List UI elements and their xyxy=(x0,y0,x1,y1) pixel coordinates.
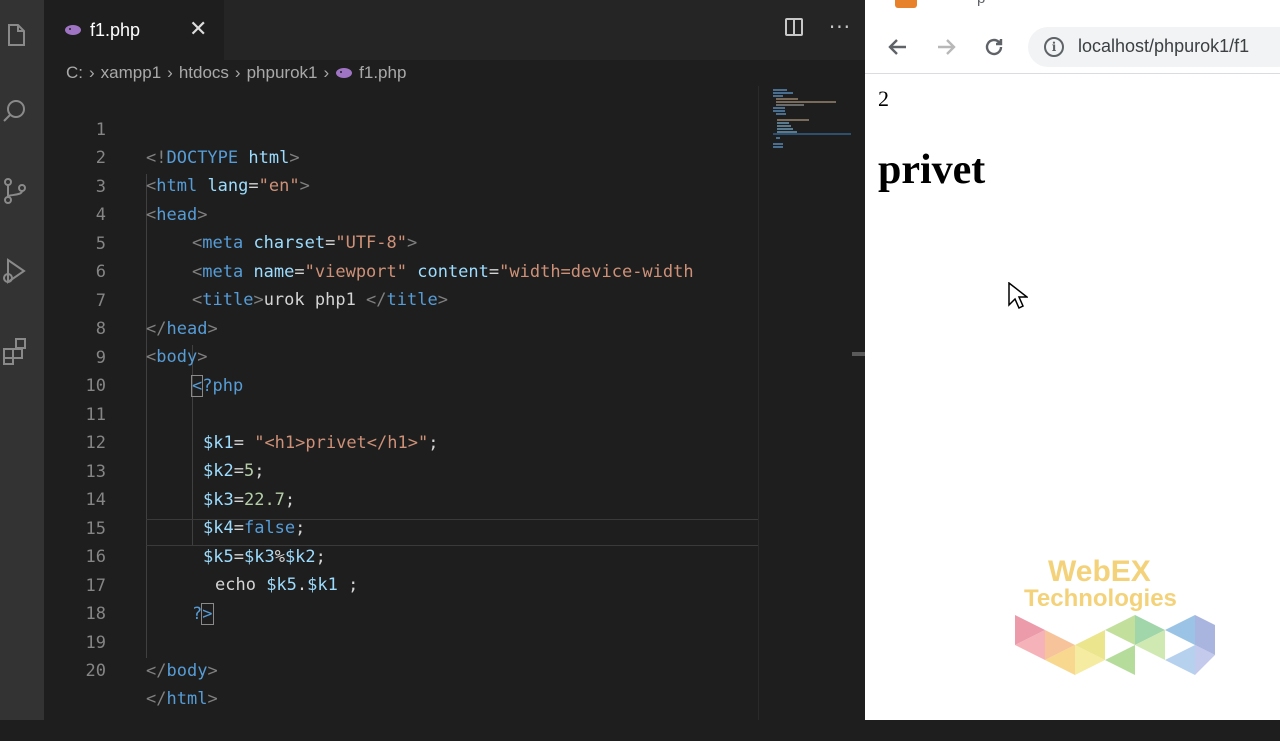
code-line: 16 echo $k5.$k1 ; xyxy=(85,547,359,595)
code-line: 4 <meta charset="UTF-8"> xyxy=(95,205,418,253)
scrollbar-thumb[interactable] xyxy=(852,352,865,356)
run-debug-icon[interactable] xyxy=(0,256,30,286)
breadcrumb-item-file[interactable]: f1.php xyxy=(359,63,406,83)
code-line: 10 xyxy=(85,376,106,396)
code-line: 18 xyxy=(85,604,106,624)
tab-label: f1.php xyxy=(90,19,141,40)
browser-toolbar: i localhost/phpurok1/f1 xyxy=(865,22,1280,72)
code-editor: f1.php ✕ ··· C: › xampp1 › htdocs › phpu… xyxy=(44,0,866,720)
source-control-icon[interactable] xyxy=(0,176,30,206)
editor-tab-bar: f1.php ✕ ··· xyxy=(44,0,865,60)
code-line: 5 <meta name="viewport" content="width=d… xyxy=(95,234,694,282)
browser-tab-title[interactable]: p xyxy=(977,0,985,7)
mouse-pointer-icon xyxy=(1008,282,1028,310)
chevron-right-icon: › xyxy=(167,63,173,82)
browser-window: p i localhost/phpurok1/f1 2 privet WebEX… xyxy=(865,0,1280,720)
code-line: 8 <body> xyxy=(95,319,208,367)
browser-tab-strip: p xyxy=(865,0,1280,20)
code-line: 9 <?php xyxy=(95,348,244,397)
code-line: 11 $k1= "<h1>privet</h1>"; xyxy=(85,405,439,453)
webex-logo: WebEX Technologies xyxy=(1010,555,1220,685)
breadcrumb: C: › xampp1 › htdocs › phpurok1 › f1.php xyxy=(66,60,406,86)
minimap[interactable] xyxy=(758,86,866,720)
breadcrumb-item-drive[interactable]: C: xyxy=(66,63,83,83)
code-line: 12 $k2=5; xyxy=(85,433,265,481)
breadcrumb-item-xampp1[interactable]: xampp1 xyxy=(101,63,161,83)
code-line: 19 </body> xyxy=(85,633,218,681)
more-actions-icon[interactable]: ··· xyxy=(829,17,851,37)
editor-actions: ··· xyxy=(784,17,851,37)
breadcrumb-item-phpurok1[interactable]: phpurok1 xyxy=(247,63,318,83)
chevron-right-icon: › xyxy=(89,63,95,82)
forward-arrow-icon[interactable] xyxy=(931,32,961,62)
chevron-right-icon: › xyxy=(234,63,241,82)
back-arrow-icon[interactable] xyxy=(883,32,913,62)
code-line: 17 ?> xyxy=(85,576,214,625)
files-icon[interactable] xyxy=(0,20,30,50)
code-line: 6 <title>urok php1 </title> xyxy=(95,262,448,310)
close-icon[interactable]: ✕ xyxy=(189,17,207,43)
chevron-right-icon: › xyxy=(323,63,330,82)
address-bar[interactable]: i localhost/phpurok1/f1 xyxy=(1028,27,1280,67)
split-editor-icon[interactable] xyxy=(784,18,803,36)
code-line: 13 $k3=22.7; xyxy=(85,462,296,510)
code-line: 3 <head> xyxy=(95,177,208,225)
breadcrumb-item-htdocs[interactable]: htdocs xyxy=(179,63,229,83)
php-elephant-icon xyxy=(336,68,353,78)
site-info-icon[interactable]: i xyxy=(1044,37,1064,57)
url-text[interactable]: localhost/phpurok1/f1 xyxy=(1078,36,1249,57)
php-elephant-icon xyxy=(65,25,81,35)
toolbar-divider xyxy=(865,73,1280,74)
page-heading: privet xyxy=(878,147,986,193)
extensions-icon[interactable] xyxy=(0,336,30,366)
page-output-number: 2 xyxy=(878,86,889,111)
code-line: 2 <html lang="en"> xyxy=(95,148,310,196)
reload-icon[interactable] xyxy=(979,32,1009,62)
activity-bar xyxy=(0,0,44,720)
code-line: 14 $k4=false; xyxy=(85,490,306,538)
favicon-icon xyxy=(895,0,917,8)
logo-hexagon-graphic xyxy=(1015,615,1215,675)
search-icon[interactable] xyxy=(0,96,30,126)
code-line: 15 $k5=$k3%$k2; xyxy=(85,519,326,567)
code-line: 1 <!DOCTYPE html> xyxy=(95,120,300,168)
tab-f1-php[interactable]: f1.php ✕ xyxy=(44,0,224,60)
code-line: 7 </head> xyxy=(95,291,218,339)
code-line: 20 </html> xyxy=(85,661,218,709)
